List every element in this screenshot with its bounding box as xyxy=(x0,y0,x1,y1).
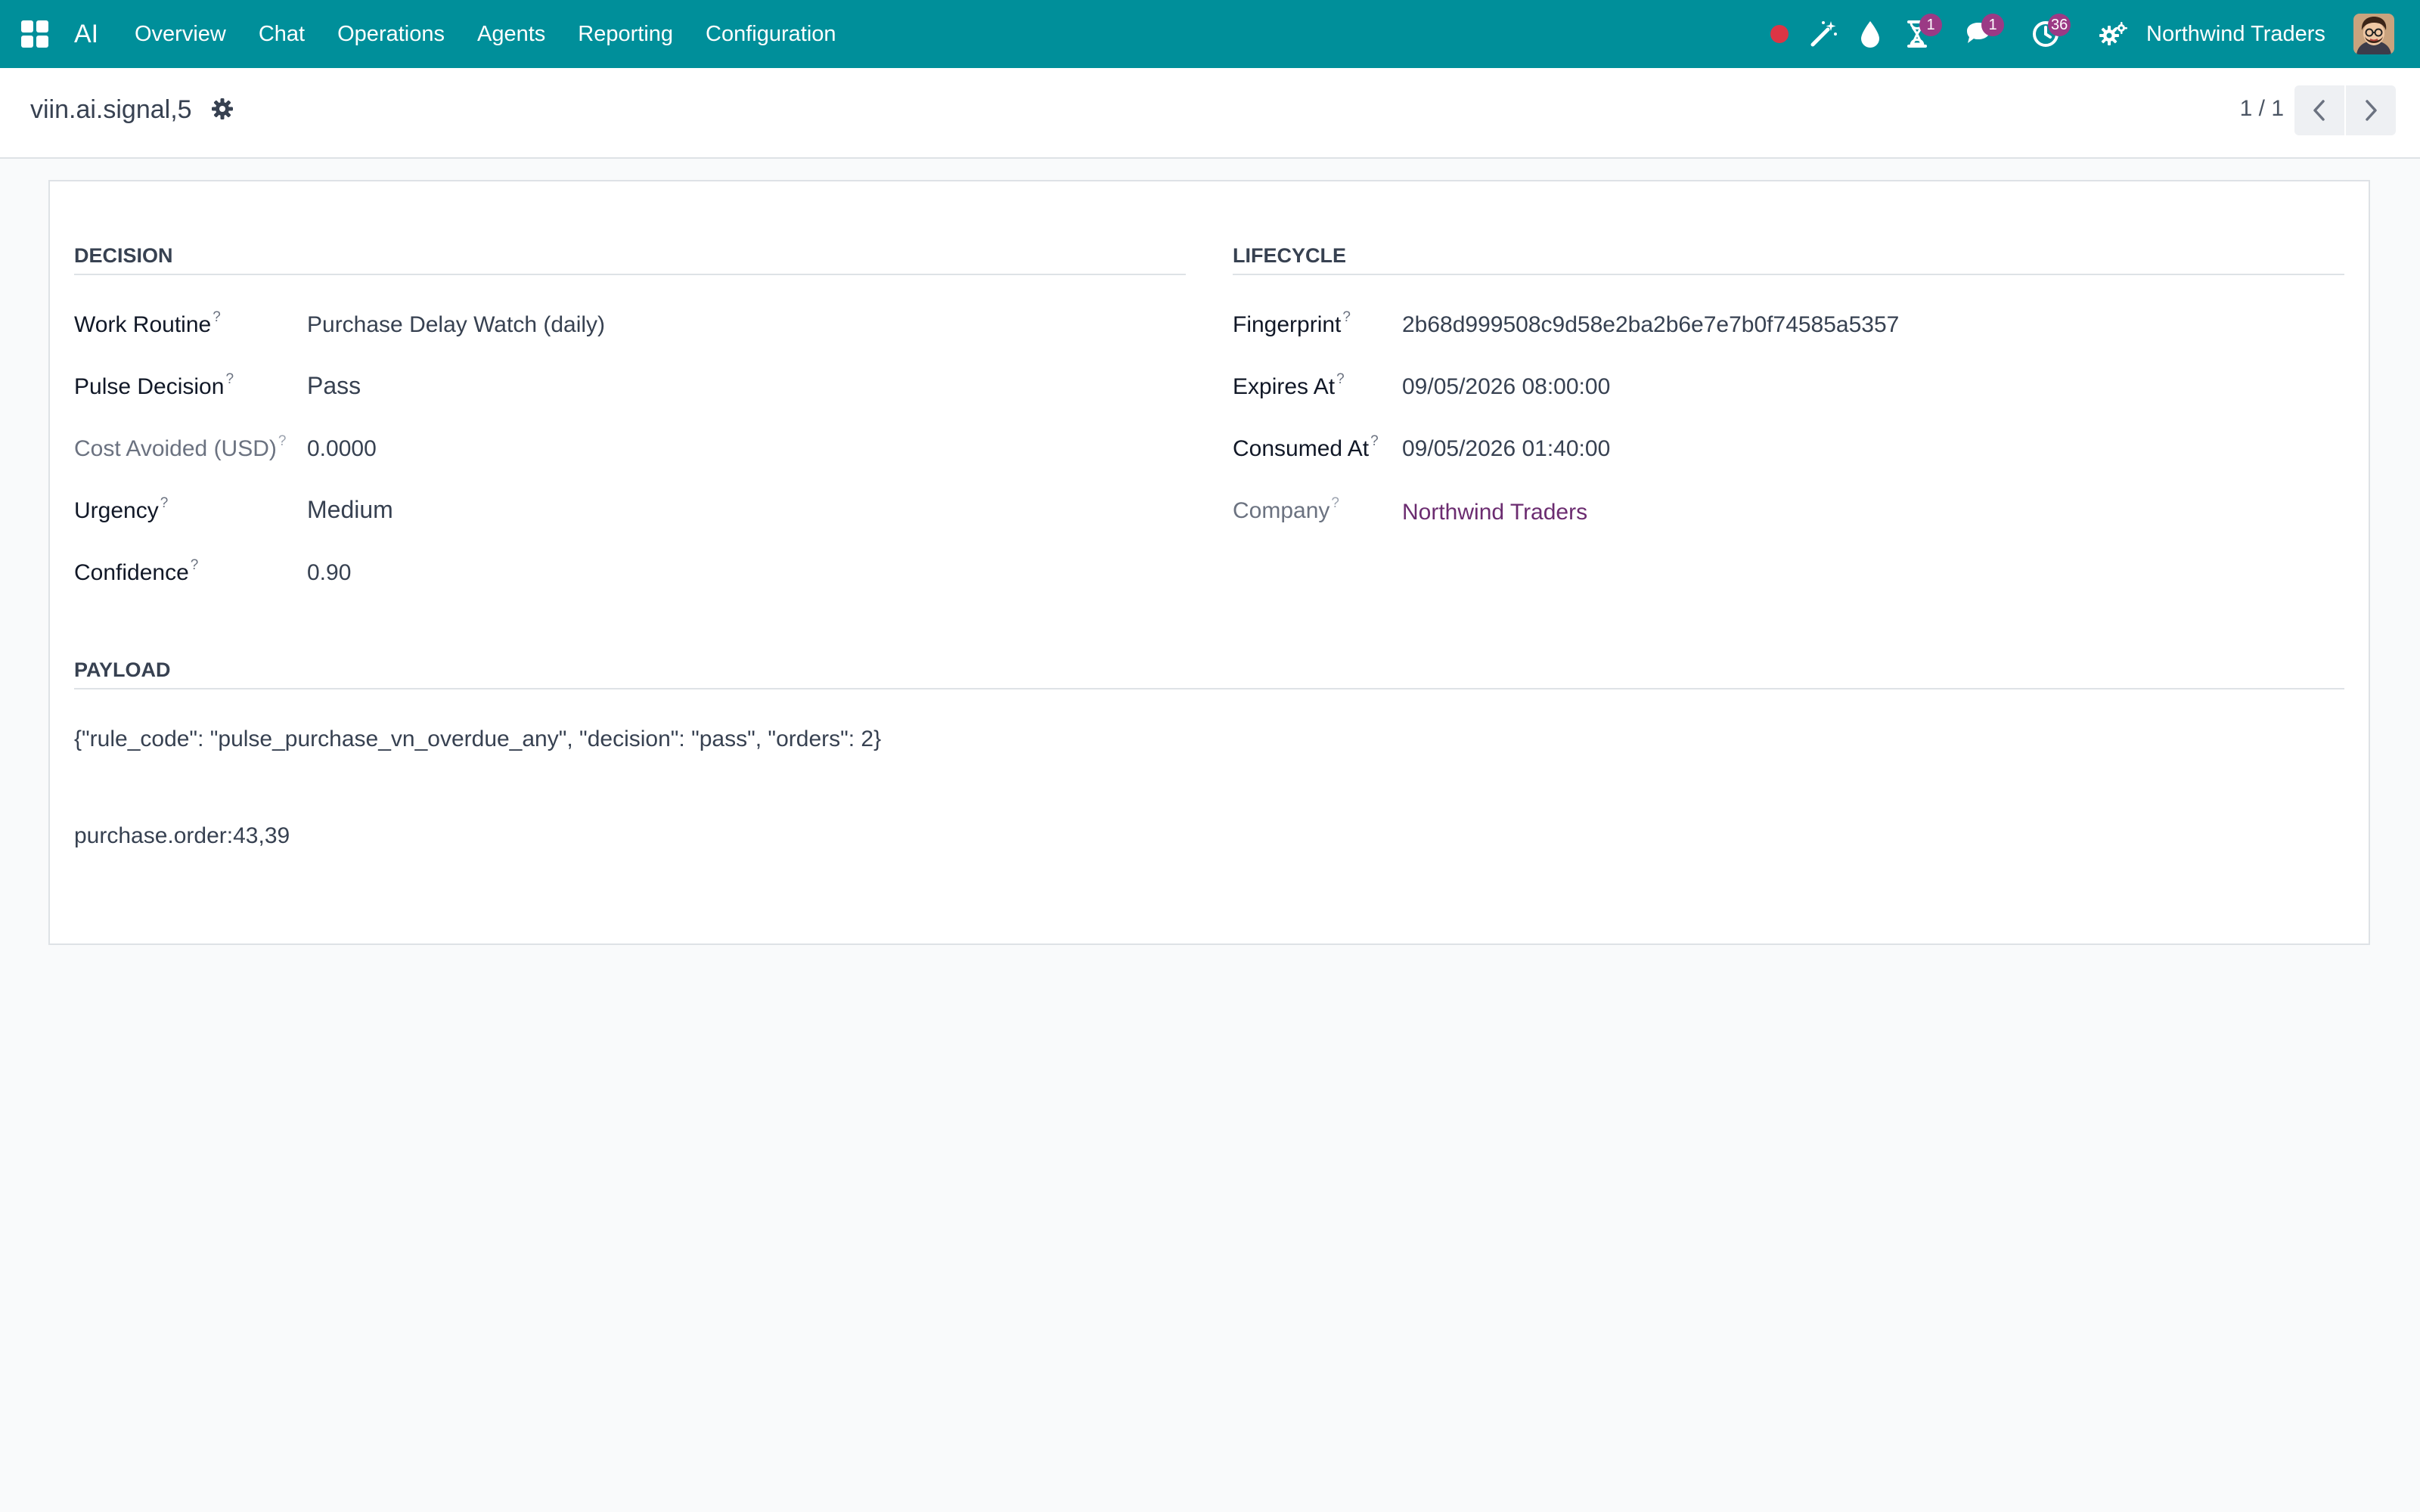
lifecycle-group-title: LIFECYCLE xyxy=(1233,244,1347,267)
menu-item-agents[interactable]: Agents xyxy=(477,17,545,51)
main-menu: Overview Chat Operations Agents Reportin… xyxy=(135,17,869,51)
pulse-decision-value[interactable]: Pass xyxy=(307,370,361,401)
menu-item-configuration[interactable]: Configuration xyxy=(706,17,836,51)
fingerprint-value[interactable]: 2b68d999508c9d58e2ba2b6e7e7b0f74585a5357 xyxy=(1402,310,1899,340)
company-switcher[interactable]: Northwind Traders xyxy=(2146,17,2325,51)
messages-badge: 1 xyxy=(1981,14,2004,36)
app-brand[interactable]: AI xyxy=(74,17,98,51)
gears-icon[interactable] xyxy=(2096,17,2131,51)
help-marker[interactable]: ? xyxy=(160,495,169,511)
chat-icon[interactable]: 1 xyxy=(1962,14,2004,51)
form-sheet: DECISION Work Routine? Purchase Delay Wa… xyxy=(48,180,2370,945)
chevron-right-icon xyxy=(2366,100,2377,121)
consumed-at-label: Consumed At? xyxy=(1233,433,1379,461)
pager-next-button[interactable] xyxy=(2346,85,2396,135)
menu-item-chat[interactable]: Chat xyxy=(259,17,305,51)
pager-previous-button[interactable] xyxy=(2294,85,2344,135)
company-label: Company? xyxy=(1233,495,1339,523)
work-routine-value[interactable]: Purchase Delay Watch (daily) xyxy=(307,310,605,340)
payload-record-reference[interactable]: purchase.order:43,39 xyxy=(74,821,290,851)
decision-group-title: DECISION xyxy=(74,244,173,267)
magic-wand-icon[interactable] xyxy=(1806,17,1841,51)
help-marker[interactable]: ? xyxy=(278,433,287,449)
consumed-at-value[interactable]: 09/05/2026 01:40:00 xyxy=(1402,434,1610,464)
record-dot-icon[interactable] xyxy=(1762,17,1797,51)
urgency-label: Urgency? xyxy=(74,495,169,523)
expires-at-value[interactable]: 09/05/2026 08:00:00 xyxy=(1402,372,1610,402)
decision-group-divider xyxy=(74,274,1186,275)
hourglass-icon[interactable]: 1 xyxy=(1900,14,1942,51)
urgency-value[interactable]: Medium xyxy=(307,494,393,525)
help-marker[interactable]: ? xyxy=(191,557,199,573)
lifecycle-group-divider xyxy=(1233,274,2344,275)
help-marker[interactable]: ? xyxy=(1370,433,1379,449)
help-marker[interactable]: ? xyxy=(213,309,221,325)
clock-badge: 36 xyxy=(2048,14,2071,36)
payload-json-text[interactable]: {"rule_code": "pulse_purchase_vn_overdue… xyxy=(74,724,881,754)
cost-avoided-label: Cost Avoided (USD)? xyxy=(74,433,287,461)
pulse-decision-label: Pulse Decision? xyxy=(74,371,234,399)
clock-icon[interactable]: 36 xyxy=(2028,14,2071,51)
apps-grid-icon[interactable] xyxy=(21,20,48,48)
confidence-label: Confidence? xyxy=(74,557,199,585)
help-marker[interactable]: ? xyxy=(1336,371,1345,387)
fingerprint-label: Fingerprint? xyxy=(1233,309,1351,337)
expires-at-label: Expires At? xyxy=(1233,371,1345,399)
help-marker[interactable]: ? xyxy=(225,371,234,387)
control-panel: viin.ai.signal,5 1 / 1 xyxy=(0,68,2420,159)
chevron-left-icon xyxy=(2313,100,2325,121)
main-navbar: AI Overview Chat Operations Agents Repor… xyxy=(0,0,2420,68)
work-routine-label: Work Routine? xyxy=(74,309,221,337)
cost-avoided-value: 0.0000 xyxy=(307,436,377,461)
payload-group-divider xyxy=(74,688,2344,689)
record-title: viin.ai.signal,5 xyxy=(30,95,192,124)
activity-badge: 1 xyxy=(1919,14,1942,36)
pager-value[interactable]: 1 / 1 xyxy=(2223,89,2284,129)
help-marker[interactable]: ? xyxy=(1342,309,1351,325)
menu-item-overview[interactable]: Overview xyxy=(135,17,226,51)
company-link[interactable]: Northwind Traders xyxy=(1402,497,1587,528)
drop-icon[interactable] xyxy=(1853,17,1888,51)
help-marker[interactable]: ? xyxy=(1331,495,1339,511)
confidence-value[interactable]: 0.90 xyxy=(307,558,351,588)
menu-item-operations[interactable]: Operations xyxy=(337,17,445,51)
payload-group-title: PAYLOAD xyxy=(74,658,171,681)
menu-item-reporting[interactable]: Reporting xyxy=(578,17,673,51)
user-avatar[interactable] xyxy=(2353,14,2394,54)
record-actions-gear-icon[interactable] xyxy=(209,94,236,124)
